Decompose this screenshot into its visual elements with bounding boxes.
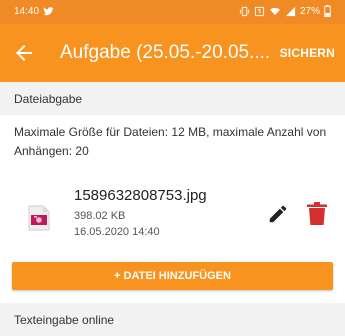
nfc-icon (254, 6, 265, 16)
save-button[interactable]: SICHERN (280, 46, 335, 60)
status-time: 14:40 (14, 6, 40, 17)
status-bar: 14:40 27% (0, 0, 345, 24)
back-arrow-icon[interactable] (12, 41, 36, 65)
file-size: 398.02 KB (74, 210, 126, 222)
file-submission-header-label: Dateiabgabe (14, 92, 83, 106)
file-limits-info: Maximale Größe für Dateien: 12 MB, maxim… (14, 125, 327, 158)
file-list-item[interactable]: 1589632808753.jpg 398.02 KB 16.05.2020 1… (0, 186, 345, 256)
image-file-icon (28, 205, 50, 231)
twitter-icon (43, 7, 54, 16)
page-title: Aufgabe (25.05.-20.05.... (60, 42, 271, 63)
signal-icon (285, 6, 296, 16)
delete-trash-icon[interactable] (307, 202, 327, 226)
app-bar: Aufgabe (25.05.-20.05.... SICHERN (0, 24, 345, 82)
online-text-header: Texteingabe online (0, 303, 345, 336)
add-file-button[interactable]: + DATEI HINZUFÜGEN (12, 262, 333, 290)
vibrate-icon (239, 6, 250, 16)
file-date: 16.05.2020 14:40 (74, 226, 160, 238)
edit-pencil-icon[interactable] (267, 203, 289, 225)
wifi-icon (269, 7, 281, 15)
battery-percent: 27% (299, 5, 320, 17)
file-name: 1589632808753.jpg (74, 187, 207, 204)
battery-icon (324, 5, 331, 17)
file-submission-header: Dateiabgabe (0, 82, 345, 115)
online-text-header-label: Texteingabe online (14, 313, 115, 327)
status-right: 27% (239, 5, 331, 17)
